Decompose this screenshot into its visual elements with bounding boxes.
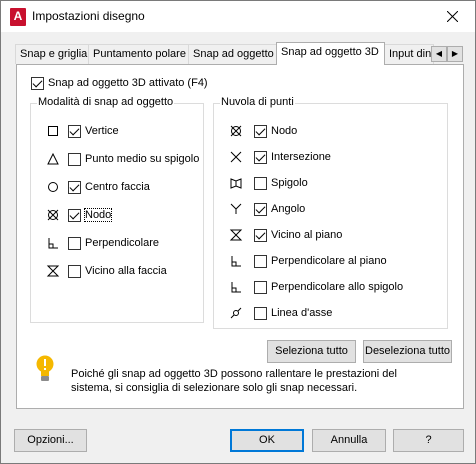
pc-corner-checkbox[interactable] (254, 202, 267, 216)
help-button[interactable]: ? (393, 429, 464, 452)
pc-centerline-checkbox[interactable] (254, 306, 267, 320)
snap-face-center-label: Centro faccia (85, 181, 150, 193)
perpendicular-icon (229, 254, 243, 268)
title-bar: A Impostazioni disegno (1, 1, 475, 32)
hourglass-icon (229, 228, 243, 242)
pc-intersection-row[interactable]: Intersezione (254, 149, 331, 165)
circle-icon (46, 180, 60, 194)
snap-midpoint-edge-label: Punto medio su spigolo (85, 153, 200, 165)
object-snap-group-label: Modalità di snap ad oggetto (37, 96, 175, 108)
pc-near-plane-row[interactable]: Vicino al piano (254, 227, 342, 243)
pc-perp-edge-row[interactable]: Perpendicolare allo spigolo (254, 279, 403, 295)
pc-node-label: Nodo (271, 125, 298, 137)
pc-near-plane-label: Vicino al piano (271, 229, 343, 241)
snap-face-center-checkbox[interactable] (68, 180, 81, 194)
pc-node-checkbox[interactable] (254, 124, 267, 138)
pc-centerline-row[interactable]: Linea d'asse (254, 305, 332, 321)
options-button[interactable]: Opzioni... (14, 429, 87, 452)
point-cloud-group: Nuvola di punti Nodo Intersezione Spigol… (213, 96, 448, 329)
pc-intersection-checkbox[interactable] (254, 150, 267, 164)
centerline-icon (229, 306, 243, 320)
lightbulb-icon (35, 355, 55, 386)
snap-face-center-row[interactable]: Centro faccia (68, 179, 150, 195)
tab-panel: Snap ad oggetto 3D attivato (F4) Modalit… (16, 64, 464, 409)
hourglass-icon (46, 264, 60, 278)
perpendicular-icon (46, 236, 60, 250)
snap-vertex-label: Vertice (85, 125, 119, 137)
snap-perpendicular-label: Perpendicolare (85, 237, 159, 249)
snap-vertex-row[interactable]: Vertice (68, 123, 119, 139)
pc-near-plane-checkbox[interactable] (254, 228, 267, 242)
dialog-title: Impostazioni disegno (32, 9, 145, 23)
snap-node-checkbox[interactable] (68, 208, 81, 222)
tab-object-snap[interactable]: Snap ad oggetto (188, 44, 278, 64)
snap-node-label: Nodo (83, 208, 113, 222)
edge-icon (229, 176, 243, 190)
ok-button[interactable]: OK (230, 429, 304, 452)
tab-snap-grid[interactable]: Snap e griglia (15, 44, 89, 64)
point-cloud-group-label: Nuvola di punti (220, 96, 295, 108)
pc-perp-edge-checkbox[interactable] (254, 280, 267, 294)
master-toggle-row[interactable]: Snap ad oggetto 3D attivato (F4) (31, 75, 208, 91)
tab-scroll-right-icon[interactable]: ▶ (447, 46, 463, 62)
snap-near-face-label: Vicino alla faccia (85, 265, 167, 277)
tab-3d-object-snap[interactable]: Snap ad oggetto 3D (276, 42, 385, 65)
autocad-app-icon: A (10, 8, 26, 26)
dialog-window: A Impostazioni disegno Snap e griglia Pu… (0, 0, 476, 464)
node-icon (46, 208, 60, 222)
x-icon (229, 150, 243, 164)
node-icon (229, 124, 243, 138)
master-toggle-checkbox[interactable] (31, 76, 44, 90)
y-icon (229, 202, 243, 216)
pc-corner-label: Angolo (271, 203, 306, 215)
close-icon (446, 11, 458, 22)
master-toggle-label: Snap ad oggetto 3D attivato (F4) (48, 77, 208, 89)
snap-midpoint-edge-row[interactable]: Punto medio su spigolo (68, 151, 199, 167)
pc-perp-plane-checkbox[interactable] (254, 254, 267, 268)
pc-perp-plane-label: Perpendicolare al piano (271, 255, 387, 267)
pc-edge-row[interactable]: Spigolo (254, 175, 308, 191)
tab-polar-tracking[interactable]: Puntamento polare (88, 44, 189, 64)
snap-perpendicular-row[interactable]: Perpendicolare (68, 235, 159, 251)
pc-edge-checkbox[interactable] (254, 176, 267, 190)
pc-perp-edge-label: Perpendicolare allo spigolo (271, 281, 404, 293)
pc-node-row[interactable]: Nodo (254, 123, 297, 139)
deselect-all-button[interactable]: Deseleziona tutto (363, 340, 452, 363)
pc-edge-label: Spigolo (271, 177, 308, 189)
object-snap-group: Modalità di snap ad oggetto Vertice Punt… (30, 96, 204, 323)
square-icon (46, 124, 60, 138)
snap-perpendicular-checkbox[interactable] (68, 236, 81, 250)
perpendicular-icon (229, 280, 243, 294)
snap-node-row[interactable]: Nodo (68, 207, 113, 223)
performance-info-text: Poiché gli snap ad oggetto 3D possono ra… (71, 368, 397, 394)
tab-scroll-left-icon[interactable]: ◀ (431, 46, 447, 62)
pc-centerline-label: Linea d'asse (271, 307, 333, 319)
pc-perp-plane-row[interactable]: Perpendicolare al piano (254, 253, 387, 269)
tab-dynamic-input[interactable]: Input dina (384, 44, 434, 64)
cancel-button[interactable]: Annulla (312, 429, 386, 452)
snap-midpoint-edge-checkbox[interactable] (68, 152, 81, 166)
select-all-button[interactable]: Seleziona tutto (267, 340, 356, 363)
pc-corner-row[interactable]: Angolo (254, 201, 305, 217)
pc-intersection-label: Intersezione (271, 151, 331, 163)
snap-near-face-checkbox[interactable] (68, 264, 81, 278)
snap-vertex-checkbox[interactable] (68, 124, 81, 138)
close-button[interactable] (429, 1, 475, 32)
snap-near-face-row[interactable]: Vicino alla faccia (68, 263, 167, 279)
triangle-icon (46, 152, 60, 166)
